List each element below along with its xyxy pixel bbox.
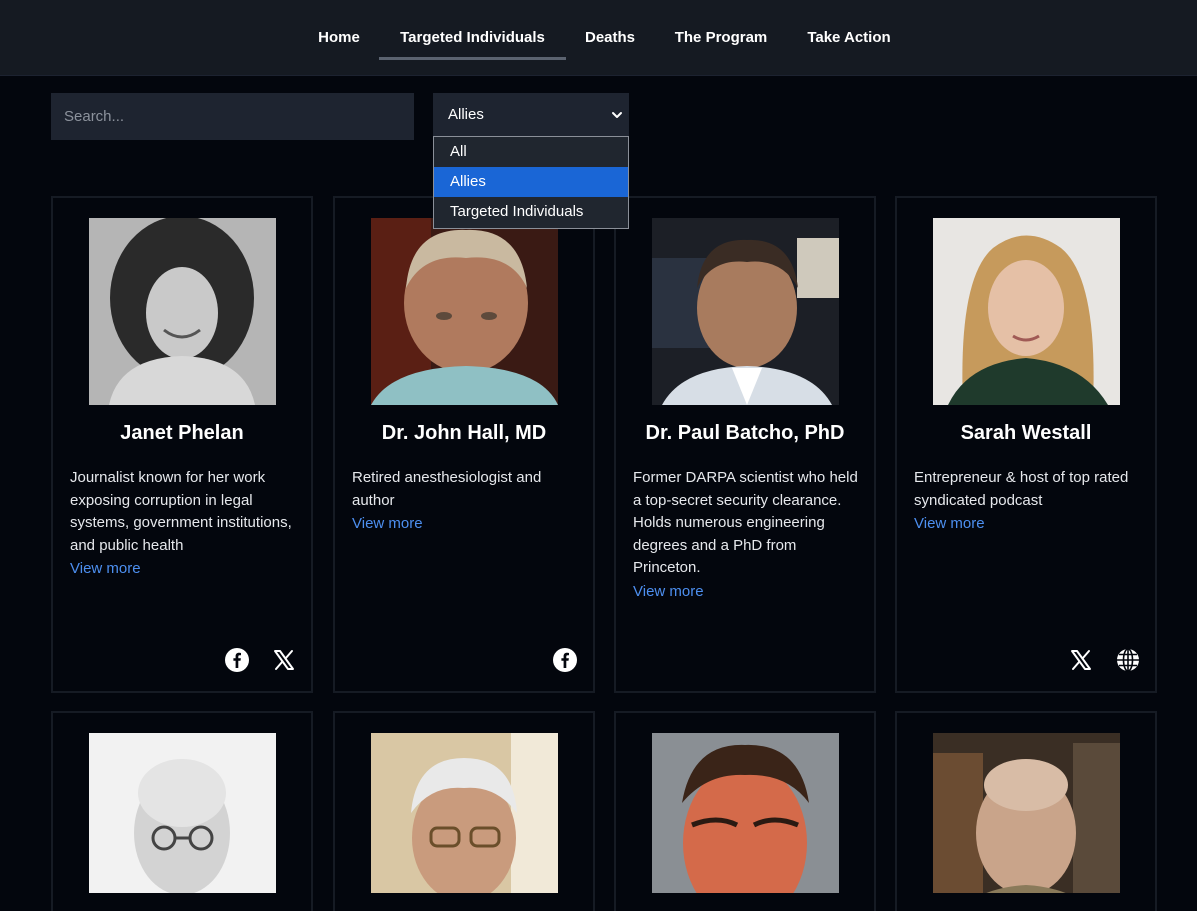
person-card [333, 711, 595, 911]
nav-targeted-individuals[interactable]: Targeted Individuals [379, 0, 566, 75]
person-photo [652, 733, 839, 893]
description-text: Former DARPA scientist who held a top-se… [633, 469, 858, 576]
person-card: Dr. John Hall, MD Retired anesthesiologi… [333, 196, 595, 693]
x-icon[interactable] [1068, 647, 1094, 673]
view-more-link[interactable]: View more [914, 513, 1142, 536]
person-card [51, 711, 313, 911]
person-description: Journalist known for her work exposing c… [70, 467, 298, 581]
person-card: Dr. Paul Batcho, PhD Former DARPA scient… [614, 196, 876, 693]
description-text: Journalist known for her work exposing c… [70, 469, 292, 554]
person-card: Sarah Westall Entrepreneur & host of top… [895, 196, 1157, 693]
search-input[interactable] [51, 93, 414, 140]
person-card: Janet Phelan Journalist known for her wo… [51, 196, 313, 693]
person-description: Retired anesthesiologist and author View… [352, 467, 580, 536]
top-navigation: Home Targeted Individuals Deaths The Pro… [0, 0, 1197, 76]
person-photo [371, 218, 558, 405]
nav-deaths[interactable]: Deaths [576, 0, 644, 75]
view-more-link[interactable]: View more [352, 513, 580, 536]
nav-the-program[interactable]: The Program [664, 0, 778, 75]
person-card [895, 711, 1157, 911]
option-allies[interactable]: Allies [434, 167, 628, 197]
option-targeted-individuals[interactable]: Targeted Individuals [434, 197, 628, 227]
category-dropdown-list: All Allies Targeted Individuals [433, 136, 629, 229]
category-select-value: Allies [448, 106, 484, 123]
active-tab-indicator [379, 57, 566, 60]
person-description: Entrepreneur & host of top rated syndica… [914, 467, 1142, 536]
category-select[interactable]: Allies [433, 93, 629, 136]
person-name: Janet Phelan [120, 422, 244, 444]
person-name: Dr. Paul Batcho, PhD [645, 422, 845, 444]
globe-icon[interactable] [1115, 647, 1141, 673]
person-description: Former DARPA scientist who held a top-se… [633, 467, 861, 603]
person-photo [933, 733, 1120, 893]
nav-take-action[interactable]: Take Action [797, 0, 901, 75]
person-card [614, 711, 876, 911]
x-icon[interactable] [271, 647, 297, 673]
nav-home[interactable]: Home [309, 0, 369, 75]
person-name: Dr. John Hall, MD [381, 422, 547, 444]
person-name: Sarah Westall [960, 422, 1092, 444]
chevron-down-icon [612, 112, 622, 118]
facebook-icon[interactable] [552, 647, 578, 673]
person-photo [89, 733, 276, 893]
view-more-link[interactable]: View more [633, 581, 861, 604]
view-more-link[interactable]: View more [70, 558, 298, 581]
person-photo [933, 218, 1120, 405]
nav-targeted-individuals-label: Targeted Individuals [400, 29, 545, 46]
facebook-icon[interactable] [224, 647, 250, 673]
person-photo [652, 218, 839, 405]
option-all[interactable]: All [434, 137, 628, 167]
description-text: Entrepreneur & host of top rated syndica… [914, 469, 1129, 509]
description-text: Retired anesthesiologist and author [352, 469, 542, 509]
person-photo [371, 733, 558, 893]
person-photo [89, 218, 276, 405]
